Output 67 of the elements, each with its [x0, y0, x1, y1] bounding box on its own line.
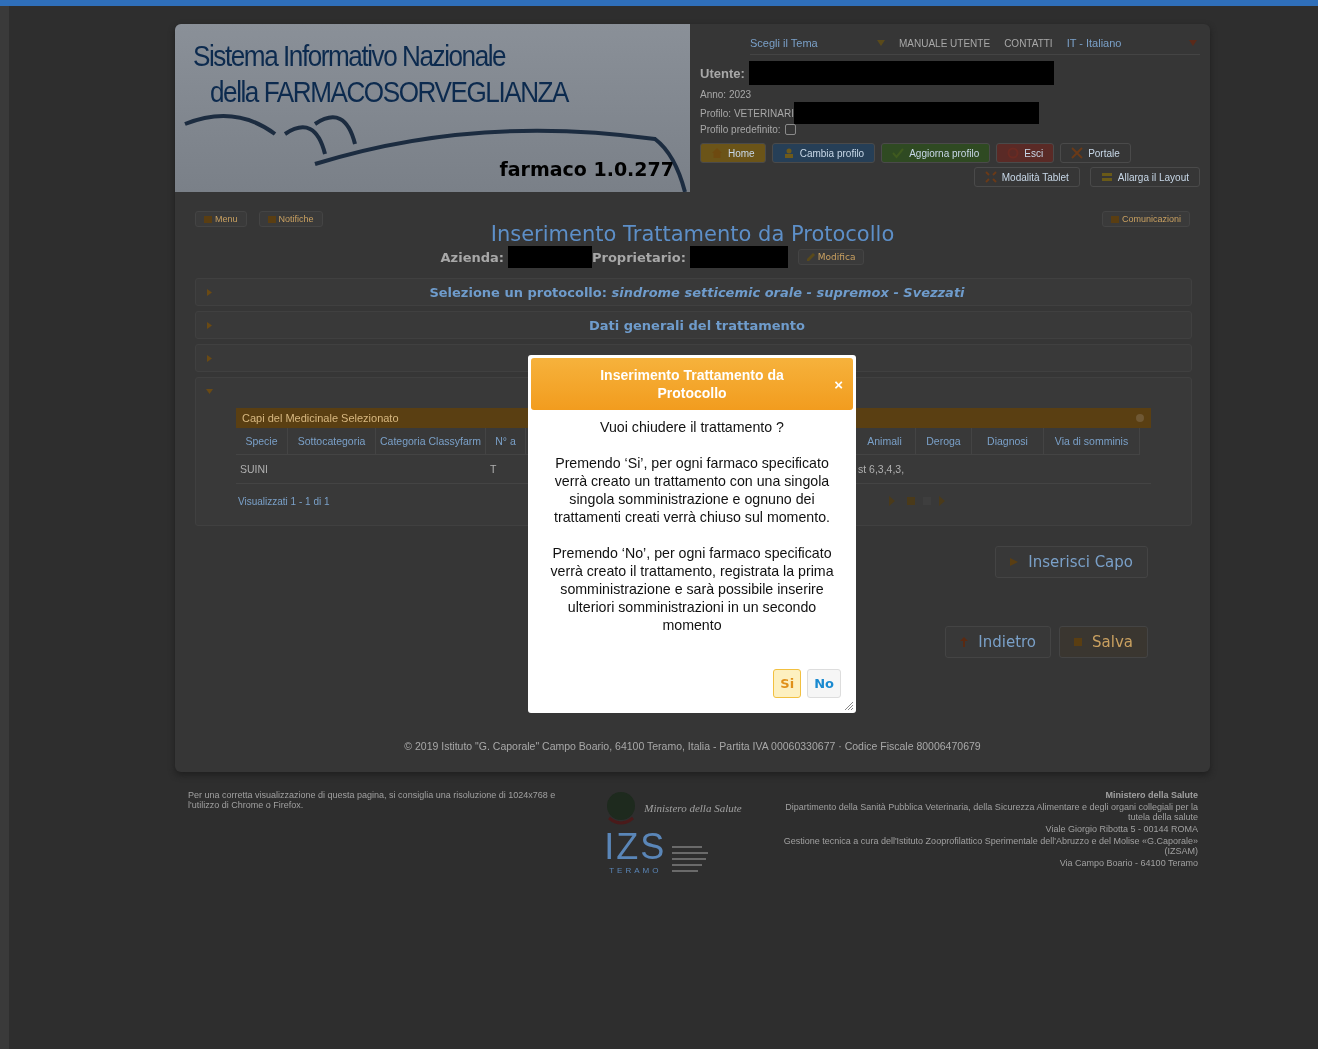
header-button[interactable]: Home [700, 143, 766, 163]
footer-line: Dipartimento della Sanità Pubblica Veterinaria, della Sicurezza Alimentare e degli organi collegiali per la tutela della salute [784, 802, 1198, 822]
header-button[interactable]: Esci [996, 143, 1055, 163]
izs-logo: IZS [604, 828, 667, 866]
tablet-icon [984, 171, 997, 183]
dialog-paragraph: Premendo ‘Si’, per ogni farmaco specificato verrà creato un trattamento con una singola singola somministrazione e ognuno dei trattamenti creati verrà chiuso sul momento. [553, 454, 831, 526]
version-label: farmaco 1.0.277 [499, 158, 674, 180]
owner-label: Proprietario: [592, 249, 686, 265]
page-title: Inserimento Trattamento da Protocollo [489, 222, 896, 246]
save-button[interactable]: Salva [1059, 626, 1148, 658]
expand-icon [1100, 171, 1113, 183]
dialog-button[interactable]: No [807, 669, 841, 698]
insert-button[interactable]: Inserisci Capo [995, 546, 1148, 578]
toolbar-button[interactable]: Notifiche [258, 211, 323, 227]
header-link[interactable]: CONTATTI [1004, 37, 1053, 49]
column-header[interactable]: Sottocategoria [288, 428, 376, 454]
caret-down-icon [1188, 40, 1197, 46]
language-select[interactable]: IT - Italiano [1066, 37, 1197, 49]
header-link[interactable]: MANUALE UTENTE [899, 37, 991, 49]
default-profile-label: Profilo predefinito: [700, 124, 781, 135]
toolbar-button[interactable]: Comunicazioni [1101, 211, 1190, 227]
checkbox[interactable] [784, 124, 796, 135]
table-title: Capi del Medicinale Selezionato [242, 412, 399, 424]
column-header[interactable]: Categoria Classyfarm [376, 428, 486, 454]
accordion-section[interactable]: Dati generali del trattamento [195, 311, 1192, 339]
app-title: Sistema Informativo Nazionale [193, 39, 507, 74]
back-button[interactable]: Indietro [945, 626, 1052, 658]
pencil-icon [806, 253, 815, 261]
layout-button[interactable]: Allarga il Layout [1089, 167, 1200, 187]
header-button[interactable]: Cambia profilo [771, 143, 876, 163]
copyright-text: © 2019 Istituto "G. Caporale" Campo Boario, 64100 Teramo, Italia - Partita IVA 00060330677 · Codice Fiscale 80006470679 [403, 740, 982, 752]
browser-notice: Per una corretta visualizzazione di questa pagina, si consiglia una risoluzione di 1024x768 e l'utilizzo di Chrome o Firefox. [188, 790, 557, 812]
table-cell: SUINI [236, 454, 288, 483]
pagination-info: Visualizzati 1 - 1 di 1 [238, 496, 330, 507]
column-header[interactable]: N° a [486, 428, 526, 454]
accordion-section[interactable]: Selezione un protocollo: sindrome setticemic orale - supremox - Svezzati [195, 278, 1192, 306]
column-header[interactable]: Deroga [916, 428, 972, 454]
section-title: Selezione un protocollo: sindrome setticemic orale - supremox - Svezzati [428, 284, 966, 300]
company-label: Azienda: [440, 249, 504, 265]
column-header[interactable]: Diagnosi [972, 428, 1044, 454]
profile-label: Profilo: VETERINARI [700, 107, 794, 119]
logo-city: TERAMO [609, 866, 662, 875]
ministry-logo-text: Ministero della Salute [644, 802, 742, 814]
footer-line: Gestione tecnica a cura dell'Istituto Zooprofilattico Sperimentale dell'Abruzzo e del Molise «G.Caporale» (IZSAM) [782, 836, 1198, 856]
year-label: Anno: 2023 [700, 89, 753, 100]
dialog-paragraph: Premendo ‘No’, per ogni farmaco specificato verrà creato il trattamento, registrata la prima somministrazione e sarà possibile inserire ulteriori somministrazioni in un secondo momento [549, 544, 835, 634]
user-label: Utente: [700, 65, 745, 81]
footer-line: Viale Giorgio Ribotta 5 - 00144 ROMA [1045, 824, 1198, 834]
resize-grip-icon[interactable] [844, 701, 853, 710]
theme-select[interactable]: Scegli il Tema [750, 37, 885, 49]
caret-down-icon [877, 40, 885, 46]
section-title: Dati generali del trattamento [587, 317, 806, 333]
edit-button[interactable]: Modifica [797, 249, 865, 265]
header-button[interactable]: Portale [1060, 143, 1131, 163]
footer-line: Via Campo Boario - 64100 Teramo [1059, 858, 1198, 868]
column-header[interactable]: Specie [236, 428, 288, 454]
footer-line: Ministero della Salute [1105, 790, 1198, 800]
dialog-title: Inserimento Trattamento da Protocollo [599, 366, 785, 402]
toolbar-button[interactable]: Menu [195, 211, 247, 227]
dialog-question: Vuoi chiudere il trattamento ? [599, 418, 785, 436]
arrow-up-icon [960, 637, 969, 647]
app-title: della FARMACOSORVEGLIANZA [210, 75, 569, 110]
layout-button[interactable]: Modalità Tablet [973, 167, 1080, 187]
header-button[interactable]: Aggiorna profilo [881, 143, 991, 163]
table-cell: T [486, 454, 526, 483]
play-icon [1010, 558, 1019, 566]
column-header[interactable]: Via di somminis [1044, 428, 1140, 454]
